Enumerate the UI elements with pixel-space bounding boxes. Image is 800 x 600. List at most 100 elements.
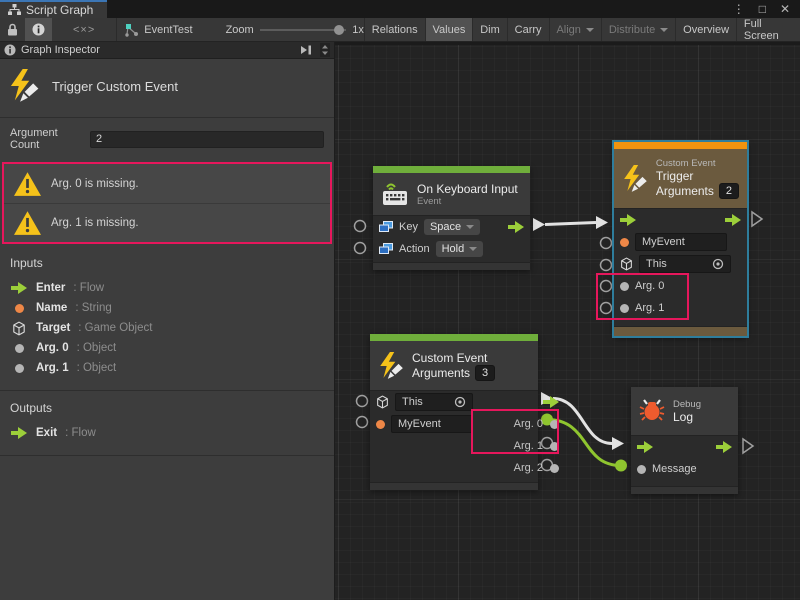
target-field[interactable]: This	[639, 255, 731, 273]
string-port-icon[interactable]	[620, 238, 629, 247]
custom-event-icon	[622, 165, 648, 193]
port-trigger-exit[interactable]	[752, 212, 762, 226]
inspector-toggle-button[interactable]	[25, 18, 52, 41]
name-row: MyEvent	[614, 231, 747, 253]
object-port-icon[interactable]	[620, 304, 629, 313]
trigger-out-port[interactable]	[508, 221, 524, 233]
warning-text: Arg. 1 is missing.	[51, 217, 139, 229]
maximize-icon[interactable]: □	[759, 2, 766, 16]
flow-in-port[interactable]	[637, 441, 653, 453]
key-row: Key Space	[373, 216, 530, 238]
name-row: MyEvent	[370, 413, 479, 435]
graph-hierarchy-icon	[8, 4, 21, 16]
close-icon[interactable]: ✕	[780, 2, 790, 16]
chevron-down-icon	[466, 225, 474, 229]
key-label: Key	[399, 221, 418, 233]
port-event-name[interactable]	[357, 417, 368, 428]
relations-button[interactable]: Relations	[365, 18, 425, 41]
port-event-target[interactable]	[357, 396, 368, 407]
custom-event-icon	[378, 352, 404, 380]
port-trigger-arg0[interactable]	[601, 281, 612, 292]
flow-row	[614, 209, 747, 231]
message-label: Message	[652, 463, 697, 475]
dim-button[interactable]: Dim	[473, 18, 507, 41]
zoom-label: Zoom	[226, 24, 254, 36]
object-port-icon[interactable]	[550, 420, 559, 429]
node-custom-event[interactable]: Custom Event Arguments 3 This	[370, 334, 538, 490]
zoom-slider-knob[interactable]	[334, 25, 344, 35]
graph-breadcrumb[interactable]: EventTest	[117, 18, 199, 41]
align-dropdown[interactable]: Align	[549, 18, 600, 41]
graph-name: EventTest	[144, 24, 192, 36]
object-port-icon[interactable]	[550, 442, 559, 451]
action-row: Action Hold	[373, 238, 530, 260]
node-on-keyboard-input[interactable]: On Keyboard Input Event Key Space	[373, 166, 530, 270]
panel-scroll-arrows[interactable]	[320, 43, 330, 57]
connected-value-port[interactable]	[615, 460, 627, 472]
port-trigger-target[interactable]	[601, 260, 612, 271]
flow-wire-keyboard-to-trigger	[545, 223, 596, 225]
unit-title-block: Trigger Custom Event	[0, 59, 334, 118]
graph-toolbar: <×> EventTest Zoom 1x Relations Values	[0, 18, 800, 42]
flow-in-port[interactable]	[620, 214, 636, 226]
overview-button[interactable]: Overview	[676, 18, 736, 41]
event-name-field[interactable]: MyEvent	[635, 233, 727, 251]
flow-out-port[interactable]	[725, 214, 741, 226]
values-button[interactable]: Values	[426, 18, 473, 41]
arg1-row: Arg. 1	[614, 297, 747, 319]
wire-end-arrow	[612, 437, 624, 450]
gameobject-port-icon[interactable]	[376, 395, 389, 409]
string-port-icon[interactable]	[376, 420, 385, 429]
string-port-icon	[15, 304, 24, 313]
chevron-down-icon	[660, 28, 668, 32]
port-keyboard-action[interactable]	[355, 243, 366, 254]
arg2-out-row: Arg. 2	[479, 457, 565, 479]
port-debug-exit[interactable]	[743, 439, 753, 453]
action-dropdown[interactable]: Hold	[436, 241, 484, 257]
flow-out-port[interactable]	[543, 396, 559, 408]
flow-port-icon	[11, 282, 27, 294]
code-view-button[interactable]: <×>	[66, 18, 102, 41]
dock-panel-icon[interactable]	[299, 44, 313, 56]
object-port-icon[interactable]	[550, 464, 559, 473]
io-row-arg1: Arg. 1 : Object	[10, 358, 324, 378]
graph-inspector-panel: Graph Inspector Trigger Custom Event	[0, 42, 335, 600]
io-row-name: Name : String	[10, 298, 324, 318]
info-icon	[4, 44, 16, 56]
graph-canvas[interactable]: On Keyboard Input Event Key Space	[335, 42, 800, 600]
io-row-exit: Exit : Flow	[10, 423, 324, 443]
distribute-dropdown[interactable]: Distribute	[602, 18, 675, 41]
object-port-icon[interactable]	[637, 465, 646, 474]
port-trigger-arg1[interactable]	[601, 303, 612, 314]
event-colorbar	[373, 166, 530, 173]
object-port-icon[interactable]	[620, 282, 629, 291]
arg0-label: Arg. 0	[514, 418, 543, 430]
gameobject-port-icon[interactable]	[620, 257, 633, 271]
io-row-target: Target : Game Object	[10, 318, 324, 338]
arg1-out-row: Arg. 1	[479, 435, 565, 457]
flow-row	[631, 436, 738, 458]
key-dropdown[interactable]: Space	[424, 219, 480, 235]
object-picker-icon[interactable]	[454, 396, 466, 408]
zoom-slider[interactable]	[260, 29, 347, 31]
event-name-field[interactable]: MyEvent	[391, 415, 473, 433]
unit-title: Trigger Custom Event	[52, 79, 178, 94]
argument-count-input[interactable]	[90, 131, 324, 148]
event-colorbar	[370, 334, 538, 341]
port-trigger-name[interactable]	[601, 238, 612, 249]
carry-button[interactable]: Carry	[508, 18, 549, 41]
target-field[interactable]: This	[395, 393, 473, 411]
flow-out-port[interactable]	[716, 441, 732, 453]
object-picker-icon[interactable]	[712, 258, 724, 270]
fullscreen-button[interactable]: Full Screen	[737, 18, 800, 41]
target-row: This	[614, 253, 747, 275]
lock-button[interactable]	[0, 18, 25, 41]
tab-script-graph[interactable]: Script Graph	[0, 0, 107, 18]
target-row: This	[370, 391, 479, 413]
window-menu-icon[interactable]: ⋮	[733, 2, 745, 16]
tab-label: Script Graph	[26, 3, 93, 17]
io-row-enter: Enter : Flow	[10, 278, 324, 298]
node-trigger-custom-event[interactable]: Custom Event Trigger Arguments 2	[614, 142, 747, 336]
port-keyboard-key[interactable]	[355, 221, 366, 232]
node-debug-log[interactable]: Debug Log Message	[631, 387, 738, 494]
